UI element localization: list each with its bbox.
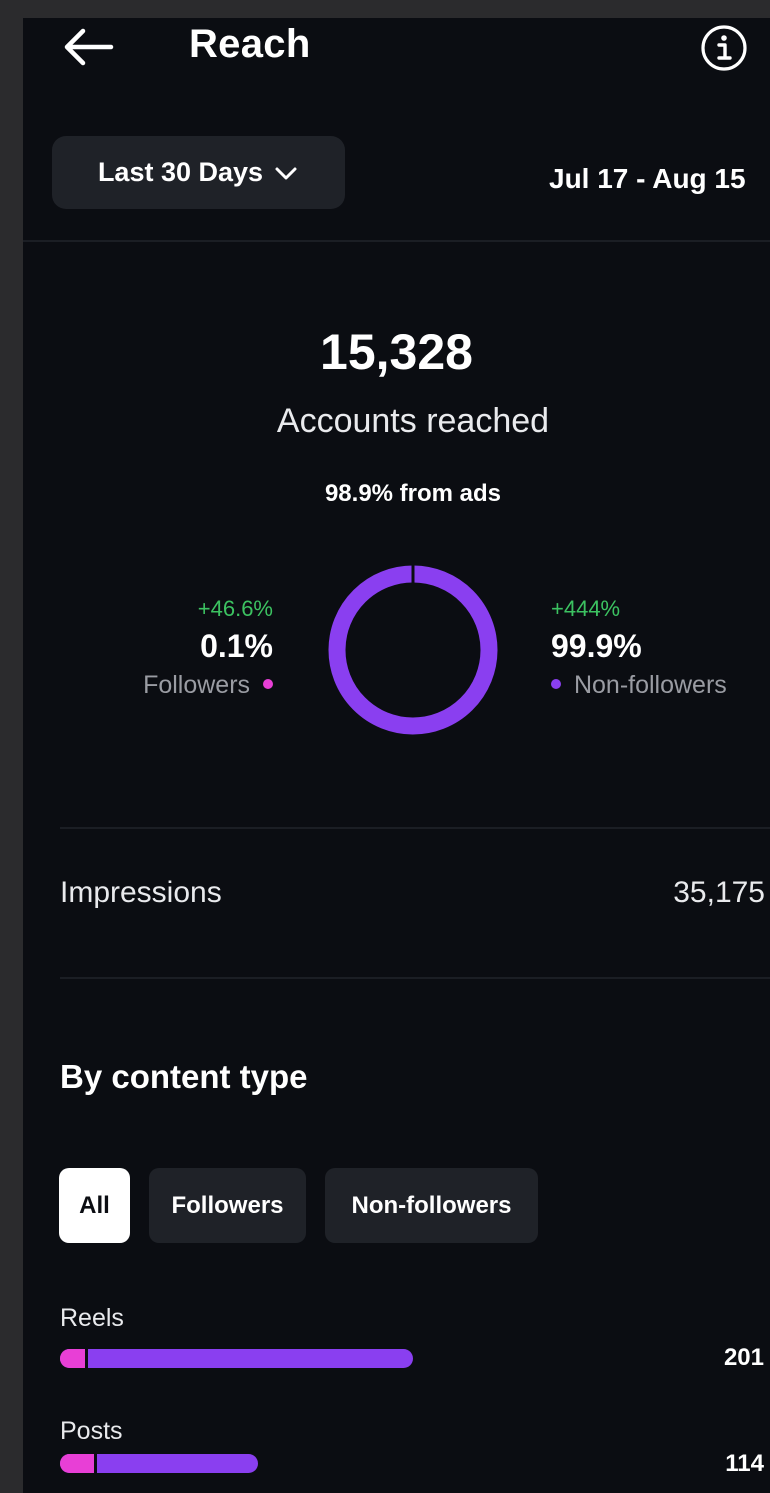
filter-chip-non-followers[interactable]: Non-followers: [325, 1168, 538, 1243]
impressions-label: Impressions: [60, 876, 222, 909]
impressions-value: 35,175: [673, 876, 765, 909]
followers-legend: Followers: [143, 668, 273, 702]
non-followers-delta: +444%: [551, 596, 621, 621]
date-range-dropdown-label: Last 30 Days: [97, 157, 264, 187]
content-row-posts-value: 114: [725, 1450, 764, 1477]
header-divider: [23, 240, 770, 242]
section-divider: [60, 827, 770, 829]
audience-donut-chart: [328, 565, 498, 735]
page-title: Reach: [189, 22, 311, 66]
filter-chip-all[interactable]: All: [59, 1168, 130, 1243]
non-followers-percent: 99.9%: [551, 628, 642, 664]
content-row-reels-value: 201: [723, 1344, 764, 1371]
accounts-reached-value: 15,328: [320, 324, 473, 380]
date-range-dropdown[interactable]: Last 30 Days: [52, 136, 345, 209]
accounts-reached-label: Accounts reached: [276, 402, 550, 440]
followers-percent: 0.1%: [200, 628, 273, 664]
followers-stats: +46.6% 0.1% Followers: [143, 596, 273, 702]
content-row-reels-label: Reels: [60, 1304, 124, 1332]
section-divider: [60, 977, 770, 979]
non-followers-legend-label: Non-followers: [573, 671, 727, 699]
content-row-posts-bar: [60, 1454, 258, 1473]
content-row-posts-label: Posts: [60, 1417, 123, 1445]
reels-followers-segment: [60, 1349, 85, 1368]
followers-legend-label: Followers: [143, 671, 251, 699]
reach-screen: Reach Last 30 Days Jul 17 - Aug 15 15,32…: [23, 18, 770, 1493]
posts-bar-separator: [94, 1454, 97, 1473]
followers-delta: +46.6%: [197, 596, 273, 621]
non-followers-stats: +444% 99.9% Non-followers: [551, 596, 727, 702]
filter-chip-label: Non-followers: [351, 1191, 512, 1219]
non-followers-legend: Non-followers: [551, 668, 727, 702]
filter-chip-label: All: [79, 1191, 110, 1219]
info-button[interactable]: [699, 23, 749, 73]
followers-dot-icon: [263, 679, 273, 690]
back-button[interactable]: [59, 24, 117, 70]
ads-share-text: 98.9% from ads: [324, 480, 502, 507]
content-row-reels-bar: [60, 1349, 413, 1368]
arrow-left-icon: [64, 28, 114, 66]
date-range-text: Jul 17 - Aug 15: [549, 163, 746, 194]
donut-segment-non-followers: [328, 565, 498, 735]
filter-chip-label: Followers: [171, 1191, 284, 1219]
filter-chip-followers[interactable]: Followers: [149, 1168, 306, 1243]
non-followers-dot-icon: [551, 679, 561, 690]
chevron-down-icon: [275, 167, 297, 179]
reels-bar-separator: [85, 1349, 88, 1368]
content-type-title: By content type: [60, 1058, 308, 1095]
info-icon: [701, 25, 747, 71]
posts-followers-segment: [60, 1454, 94, 1473]
